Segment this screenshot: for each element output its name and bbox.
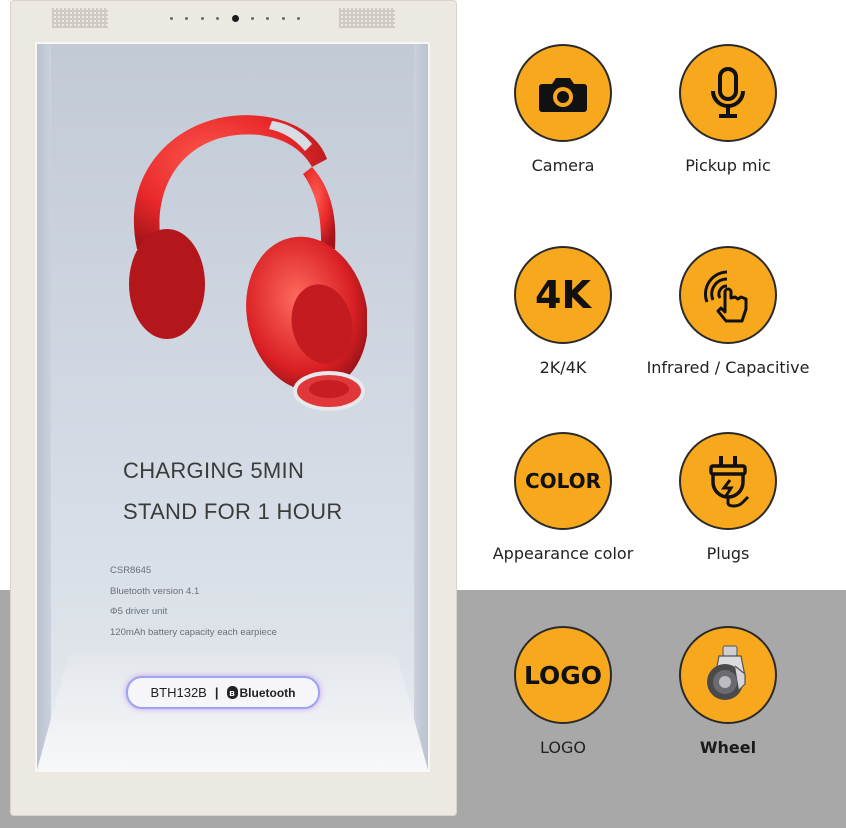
bluetooth-logo: ʙ Bluetooth	[226, 685, 296, 700]
spec-battery: 120mAh battery capacity each earpiece	[110, 627, 277, 638]
bluetooth-label: Bluetooth	[239, 685, 296, 700]
screen-side-left	[37, 44, 51, 770]
spec-driver-unit: Φ5 driver unit	[110, 606, 168, 617]
feature-label-touch: Infrared / Capacitive	[646, 358, 810, 377]
model-badge: BTH132B | ʙ Bluetooth	[126, 676, 320, 709]
badge-separator: |	[214, 685, 219, 700]
feature-label-pickup-mic: Pickup mic	[685, 156, 771, 175]
feature-pickup-mic: Pickup mic	[648, 44, 808, 194]
camera-lens-icon	[231, 14, 239, 22]
feature-label-appearance-color: Appearance color	[492, 544, 634, 563]
bluetooth-icon: ʙ	[226, 686, 238, 699]
camera-bar	[170, 14, 300, 22]
speaker-grille-right	[339, 8, 395, 28]
feature-wheel: Wheel	[648, 626, 808, 776]
feature-appearance-color: COLOR Appearance color	[483, 432, 643, 582]
4k-icon-text: 4K	[535, 273, 591, 317]
feature-camera: Camera	[483, 44, 643, 194]
headphones-image	[129, 115, 367, 411]
touch-hand-icon	[679, 246, 777, 344]
logo-icon-text: LOGO	[523, 660, 603, 690]
camera-icon	[514, 44, 612, 142]
logo-icon: LOGO	[514, 626, 612, 724]
color-icon-text: COLOR	[524, 469, 602, 493]
headline-line1: CHARGING 5MIN	[123, 458, 305, 483]
model-number: BTH132B	[150, 685, 207, 700]
speaker-grille-left	[52, 8, 108, 28]
screen-floor	[37, 655, 428, 770]
color-icon: COLOR	[514, 432, 612, 530]
feature-label-wheel: Wheel	[699, 738, 757, 757]
spec-chipset: CSR8645	[110, 565, 152, 576]
headline-line2: STAND FOR 1 HOUR	[123, 499, 343, 524]
feature-label-camera: Camera	[531, 156, 595, 175]
feature-label-logo: LOGO	[540, 738, 586, 757]
4k-icon: 4K	[514, 246, 612, 344]
transparent-screen: CHARGING 5MIN STAND FOR 1 HOUR CSR8645 B…	[35, 42, 430, 772]
feature-label-resolution: 2K/4K	[539, 358, 587, 377]
feature-touch: Infrared / Capacitive	[647, 246, 809, 396]
feature-label-plugs: Plugs	[706, 544, 750, 563]
feature-logo: LOGO LOGO	[483, 626, 643, 776]
transparent-display-cabinet: CHARGING 5MIN STAND FOR 1 HOUR CSR8645 B…	[10, 0, 457, 816]
microphone-icon	[679, 44, 777, 142]
plug-icon	[679, 432, 777, 530]
feature-resolution: 4K 2K/4K	[483, 246, 643, 396]
feature-plugs: Plugs	[648, 432, 808, 582]
caster-wheel-icon	[679, 626, 777, 724]
screen-side-right	[414, 44, 428, 770]
spec-bluetooth-version: Bluetooth version 4.1	[110, 586, 200, 597]
